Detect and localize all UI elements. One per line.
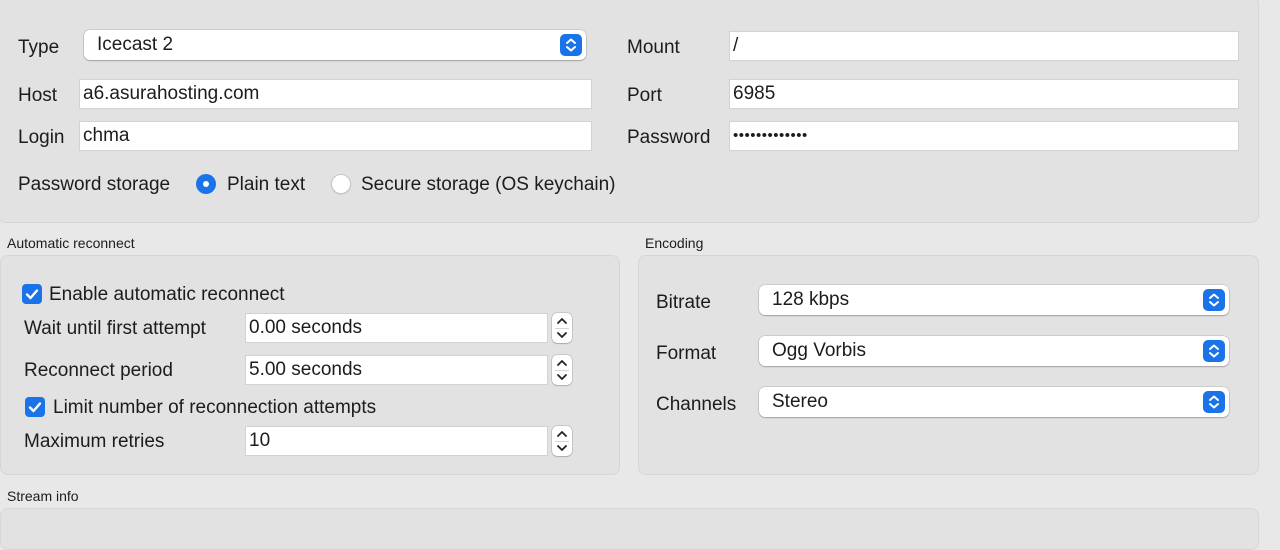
format-label: Format bbox=[656, 343, 717, 364]
enable-reconnect-checkbox[interactable] bbox=[22, 284, 42, 304]
limit-attempts-checkbox[interactable] bbox=[25, 397, 45, 417]
bitrate-select[interactable]: 128 kbps bbox=[759, 285, 1229, 315]
port-label: Port bbox=[627, 85, 662, 106]
stream-info-group bbox=[0, 508, 1259, 550]
stepper-arrows-icon bbox=[557, 431, 567, 451]
host-field[interactable]: a6.asurahosting.com bbox=[79, 79, 592, 109]
type-select-value: Icecast 2 bbox=[97, 34, 174, 55]
radio-secure-storage-label[interactable]: Secure storage (OS keychain) bbox=[361, 174, 616, 196]
format-select-value: Ogg Vorbis bbox=[772, 340, 866, 361]
type-select[interactable]: Icecast 2 bbox=[84, 30, 586, 60]
login-field[interactable]: chma bbox=[79, 121, 592, 151]
checkmark-icon bbox=[28, 402, 42, 413]
password-storage-label: Password storage bbox=[18, 174, 171, 195]
wait-first-attempt-label: Wait until first attempt bbox=[24, 318, 206, 339]
automatic-reconnect-title: Automatic reconnect bbox=[7, 235, 135, 251]
login-label: Login bbox=[18, 127, 65, 148]
stepper-arrows-icon bbox=[557, 360, 567, 380]
channels-label: Channels bbox=[656, 394, 737, 415]
stepper-arrows-icon bbox=[557, 318, 567, 338]
chevron-up-down-icon bbox=[1203, 391, 1225, 413]
password-label: Password bbox=[627, 127, 711, 148]
encoding-title: Encoding bbox=[645, 235, 704, 251]
format-select[interactable]: Ogg Vorbis bbox=[759, 336, 1229, 366]
chevron-up-down-icon bbox=[560, 34, 582, 56]
chevron-up-down-icon bbox=[1203, 289, 1225, 311]
mount-field[interactable]: / bbox=[729, 31, 1239, 61]
channels-select-value: Stereo bbox=[772, 391, 828, 412]
limit-attempts-label[interactable]: Limit number of reconnection attempts bbox=[53, 397, 376, 419]
host-label: Host bbox=[18, 85, 58, 106]
reconnect-period-stepper[interactable] bbox=[552, 355, 572, 385]
enable-reconnect-label[interactable]: Enable automatic reconnect bbox=[49, 284, 285, 306]
radio-plain-text-label[interactable]: Plain text bbox=[227, 174, 305, 196]
maximum-retries-stepper[interactable] bbox=[552, 426, 572, 456]
reconnect-period-field[interactable]: 5.00 seconds bbox=[245, 355, 548, 385]
wait-first-attempt-field[interactable]: 0.00 seconds bbox=[245, 313, 548, 343]
maximum-retries-label: Maximum retries bbox=[24, 431, 165, 452]
maximum-retries-field[interactable]: 10 bbox=[245, 426, 548, 456]
stream-info-title: Stream info bbox=[7, 488, 79, 504]
bitrate-label: Bitrate bbox=[656, 292, 711, 313]
bitrate-select-value: 128 kbps bbox=[772, 289, 850, 310]
chevron-up-down-icon bbox=[1203, 340, 1225, 362]
reconnect-period-label: Reconnect period bbox=[24, 360, 173, 381]
radio-secure-storage[interactable] bbox=[331, 174, 351, 194]
channels-select[interactable]: Stereo bbox=[759, 387, 1229, 417]
mount-label: Mount bbox=[627, 37, 680, 58]
wait-first-attempt-stepper[interactable] bbox=[552, 313, 572, 343]
checkmark-icon bbox=[25, 289, 39, 300]
type-label: Type bbox=[18, 37, 60, 58]
password-field[interactable]: ••••••••••••• bbox=[729, 121, 1239, 151]
radio-plain-text[interactable] bbox=[196, 174, 216, 194]
port-field[interactable]: 6985 bbox=[729, 79, 1239, 109]
